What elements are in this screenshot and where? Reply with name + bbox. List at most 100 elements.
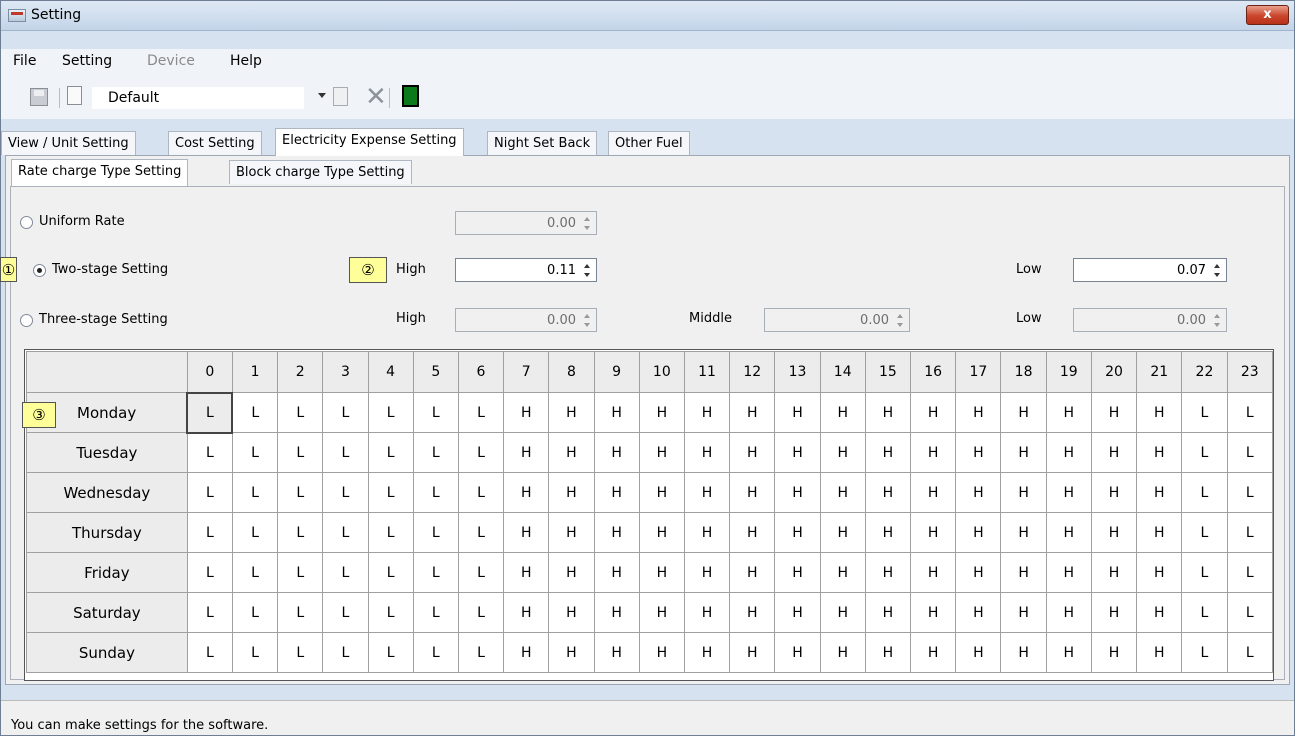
rate-cell[interactable]: H [1090,552,1138,593]
rate-cell[interactable]: L [1181,392,1228,433]
hour-header[interactable]: 22 [1181,351,1228,393]
rate-cell[interactable]: H [819,592,866,633]
hour-header[interactable]: 16 [910,351,957,393]
rate-cell[interactable]: H [503,392,550,433]
rate-cell[interactable]: H [819,392,866,433]
rate-cell[interactable]: L [186,391,234,434]
rate-cell[interactable]: L [231,632,279,673]
rate-cell[interactable]: H [683,472,731,513]
rate-cell[interactable]: H [503,632,550,673]
rate-cell[interactable]: H [683,392,731,433]
rate-cell[interactable]: L [367,552,414,593]
copy-icon[interactable] [333,87,348,106]
rate-cell[interactable]: H [548,512,595,553]
hour-header[interactable]: 17 [955,351,1002,393]
rate-cell[interactable]: L [1226,512,1274,553]
rate-cell[interactable]: L [322,432,369,473]
rate-cell[interactable]: L [277,392,324,433]
hour-header[interactable]: 13 [774,351,821,393]
rate-cell[interactable]: H [1000,552,1047,593]
rate-cell[interactable]: L [322,552,369,593]
rate-cell[interactable]: H [774,592,821,633]
hour-header[interactable]: 5 [412,351,459,393]
rate-cell[interactable]: H [774,552,821,593]
rate-cell[interactable]: H [548,472,595,513]
rate-cell[interactable]: H [548,432,595,473]
rate-cell[interactable]: L [367,512,414,553]
rate-cell[interactable]: L [1181,472,1228,513]
rate-cell[interactable]: L [231,552,279,593]
rate-cell[interactable]: H [593,632,640,673]
day-label[interactable]: Saturday [26,592,188,633]
hour-header[interactable]: 2 [277,351,324,393]
rate-cell[interactable]: H [593,472,640,513]
rate-cell[interactable]: H [1090,472,1138,513]
hour-header[interactable]: 18 [1000,351,1047,393]
hour-header[interactable]: 21 [1136,351,1183,393]
rate-cell[interactable]: L [186,552,233,593]
rate-cell[interactable]: H [955,392,1002,433]
rate-cell[interactable]: H [864,632,912,673]
save-icon[interactable] [30,88,48,106]
rate-cell[interactable]: L [1226,632,1274,673]
rate-cell[interactable]: L [277,472,324,513]
rate-cell[interactable]: L [1181,592,1228,633]
hour-header[interactable]: 23 [1226,351,1274,393]
rate-cell[interactable]: L [322,472,369,513]
rate-cell[interactable]: H [1136,632,1183,673]
rate-cell[interactable]: H [1000,472,1047,513]
rate-cell[interactable]: H [864,432,912,473]
rate-cell[interactable]: L [1181,512,1228,553]
rate-cell[interactable]: L [367,632,414,673]
rate-cell[interactable]: H [683,432,731,473]
menu-setting[interactable]: Setting [62,53,112,69]
rate-cell[interactable]: H [819,552,866,593]
hour-header[interactable]: 15 [864,351,912,393]
rate-cell[interactable]: L [412,632,459,673]
rate-cell[interactable]: L [322,512,369,553]
rate-cell[interactable]: L [457,632,505,673]
menu-help[interactable]: Help [230,53,262,69]
rate-cell[interactable]: H [638,552,685,593]
rate-cell[interactable]: L [277,432,324,473]
rate-cell[interactable]: L [231,432,279,473]
rate-cell[interactable]: H [729,472,776,513]
rate-cell[interactable]: L [457,472,505,513]
rate-cell[interactable]: L [412,472,459,513]
rate-cell[interactable]: H [729,592,776,633]
day-label[interactable]: Thursday [26,512,188,553]
hour-header[interactable]: 11 [683,351,731,393]
rate-cell[interactable]: H [503,512,550,553]
two-stage-high-stepper[interactable]: 0.11 [455,258,597,282]
rate-cell[interactable]: H [955,552,1002,593]
rate-cell[interactable]: H [638,472,685,513]
rate-cell[interactable]: H [774,512,821,553]
rate-cell[interactable]: H [955,432,1002,473]
device-icon[interactable] [402,85,419,107]
rate-cell[interactable]: H [955,512,1002,553]
rate-cell[interactable]: H [1000,632,1047,673]
rate-cell[interactable]: H [1045,592,1092,633]
rate-cell[interactable]: H [683,552,731,593]
hour-header[interactable]: 19 [1045,351,1092,393]
rate-cell[interactable]: L [1181,552,1228,593]
rate-cell[interactable]: H [503,592,550,633]
subtab-block-charge[interactable]: Block charge Type Setting [229,160,412,184]
rate-cell[interactable]: H [683,512,731,553]
rate-cell[interactable]: H [729,392,776,433]
rate-cell[interactable]: H [1136,552,1183,593]
rate-cell[interactable]: H [548,552,595,593]
rate-cell[interactable]: H [1090,432,1138,473]
rate-cell[interactable]: H [910,392,957,433]
tab-electricity-expense-setting[interactable]: Electricity Expense Setting [275,128,464,156]
rate-cell[interactable]: H [683,632,731,673]
hour-header[interactable]: 6 [457,351,505,393]
rate-cell[interactable]: L [277,552,324,593]
rate-cell[interactable]: L [1226,552,1274,593]
rate-cell[interactable]: H [638,632,685,673]
rate-cell[interactable]: L [231,592,279,633]
close-button[interactable]: x [1246,5,1289,25]
rate-cell[interactable]: H [548,632,595,673]
rate-cell[interactable]: L [457,552,505,593]
two-stage-low-stepper[interactable]: 0.07 [1073,258,1227,282]
